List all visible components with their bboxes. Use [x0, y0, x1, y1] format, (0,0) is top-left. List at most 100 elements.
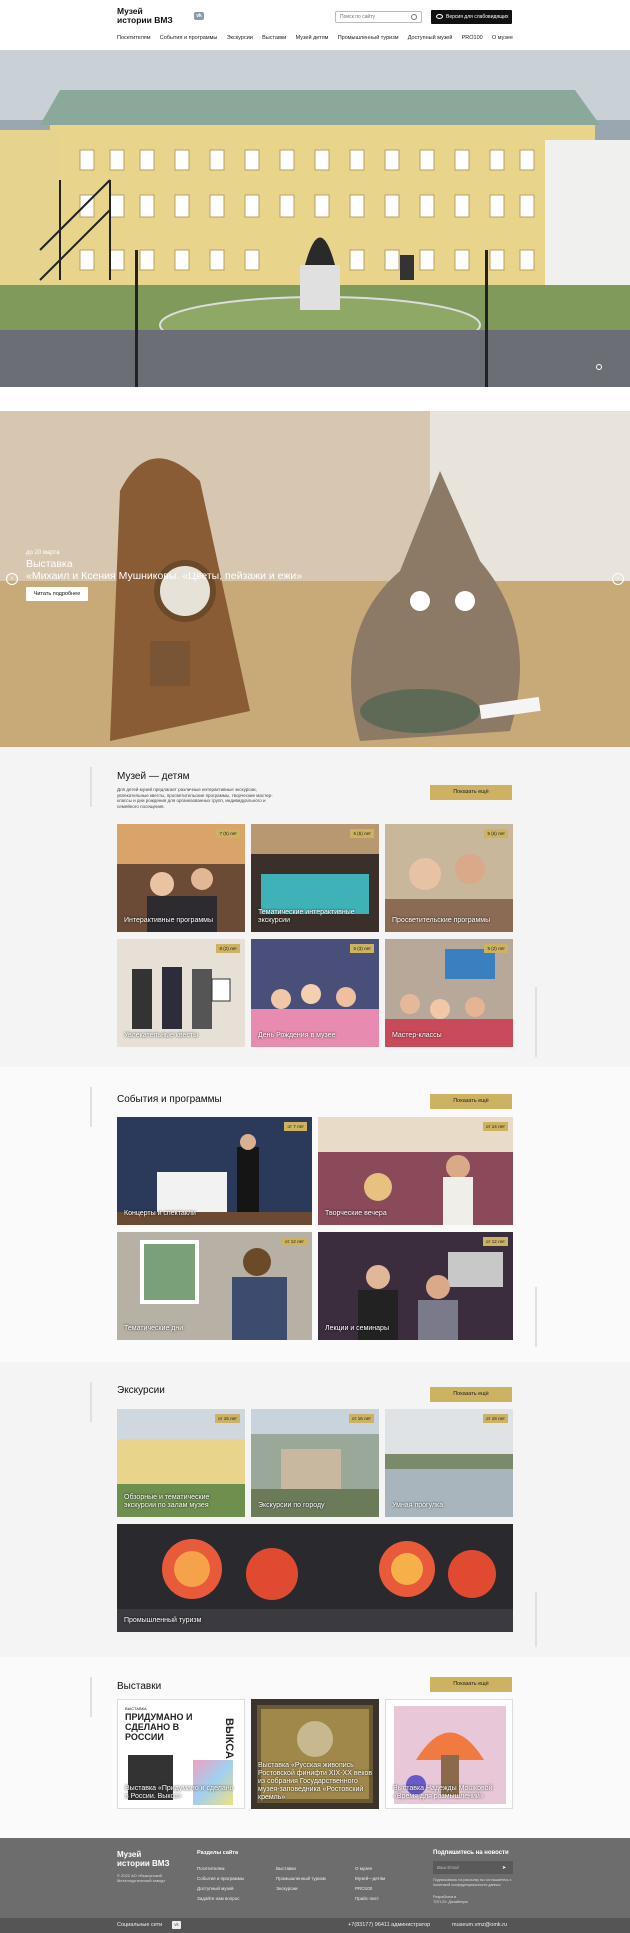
footer-link[interactable]: События и программы — [197, 1876, 244, 1881]
accessible-version-label: Версия для слабовидящих — [446, 14, 509, 20]
subscribe-title: Подпишитесь на новости — [433, 1850, 509, 1856]
show-more-button[interactable]: Показать ещё — [430, 1677, 512, 1692]
event-card[interactable]: от 7 лет Концерты и спектакли — [117, 1117, 312, 1225]
bottom-bar: Социальные сети vk +7(83177) 96411 админ… — [0, 1918, 630, 1933]
card-label: Тематические дни — [124, 1325, 184, 1332]
nav-item-children[interactable]: Музей детям — [296, 35, 329, 45]
nav-item-accessible[interactable]: Доступный музей — [408, 35, 453, 45]
decor-line — [535, 987, 537, 1057]
card-label: Концерты и спектакли — [124, 1210, 196, 1217]
age-badge: от 16 лет — [348, 1414, 374, 1423]
card-label: Выставка «Придумано и сделано в России. … — [125, 1785, 234, 1800]
program-card[interactable]: 5 (5) лет Тематические интерактивные экс… — [251, 824, 379, 932]
nav-item-pro100[interactable]: PRO100 — [462, 35, 483, 45]
section-description: Для детей музей предлагает различные инт… — [117, 787, 273, 809]
exhibition-card[interactable]: Выставка «Русская живопись Ростовской фи… — [251, 1699, 379, 1809]
program-card[interactable]: 5 (3) лет День Рождения в музее — [251, 939, 379, 1047]
contact-email[interactable]: museum.vmz@omk.ru — [452, 1922, 507, 1928]
decor-line — [90, 1087, 92, 1127]
excursion-card[interactable]: от 18 лет Умная прогулка — [385, 1409, 513, 1517]
card-label: Выставка «Русская живопись Ростовской фи… — [258, 1762, 373, 1801]
event-card[interactable]: от 14 лет Творческие вечера — [318, 1117, 513, 1225]
excursion-card-wide[interactable]: Промышленный туризм — [117, 1524, 513, 1632]
eye-icon — [436, 14, 443, 19]
footer-link[interactable]: Выставки — [276, 1866, 296, 1871]
send-icon[interactable]: ➤ — [502, 1865, 506, 1871]
section-title: Экскурсии — [117, 1385, 165, 1396]
footer-link[interactable]: Доступный музей — [197, 1886, 234, 1891]
slide-date: до 20 марта — [26, 550, 60, 556]
footer-link[interactable]: Прайс-лист — [355, 1896, 379, 1901]
header: Музей истории ВМЗ vk Версия для слабовид… — [0, 0, 630, 50]
program-card[interactable]: 8 (2) лет Увлекательные квесты — [117, 939, 245, 1047]
poster-small-text: ВЫСТАВКА — [125, 1706, 147, 1711]
slide-title-line-1: Выставка — [26, 558, 73, 570]
accessible-version-button[interactable]: Версия для слабовидящих — [431, 10, 512, 24]
nav-item-visitors[interactable]: Посетителям — [117, 35, 151, 45]
read-more-button[interactable]: Читать подробнее — [26, 587, 88, 601]
scroll-down-icon[interactable] — [596, 364, 602, 370]
section-title: Выставки — [117, 1681, 162, 1692]
card-label: Лекции и семинары — [325, 1325, 389, 1332]
footer-link[interactable]: Музей—детям — [355, 1876, 385, 1881]
site-logo[interactable]: Музей истории ВМЗ — [117, 7, 173, 25]
age-badge: 5 (6) лет — [484, 829, 508, 838]
vk-icon[interactable]: vk — [194, 12, 204, 20]
age-badge: от 7 лет — [284, 1122, 307, 1131]
slide-title: Выставка «Михаил и Ксения Мушниковы. «Цв… — [26, 558, 316, 582]
footer-link[interactable]: Промышленный туризм — [276, 1876, 326, 1881]
age-badge: 5 (5) лет — [350, 829, 374, 838]
program-card[interactable]: 5 (6) лет Просветительские программы — [385, 824, 513, 932]
footer-sections-title: Разделы сайта — [197, 1850, 239, 1856]
search-icon[interactable] — [411, 14, 417, 20]
main-nav: Посетителям События и программы Экскурси… — [117, 35, 513, 45]
card-label: Выставка Надежды Мошковой «Время для раз… — [393, 1785, 493, 1800]
decor-line — [535, 1592, 537, 1647]
developer-value[interactable]: ТОП-20: Дизайнеры — [433, 1900, 468, 1905]
show-more-button[interactable]: Показать ещё — [430, 785, 512, 800]
show-more-button[interactable]: Показать ещё — [430, 1094, 512, 1109]
exhibition-card[interactable]: ВЫСТАВКА ПРИДУМАНО И СДЕЛАНО В РОССИИ ВЫ… — [117, 1699, 245, 1809]
exhibitions-section: Выставки Показать ещё ВЫСТАВКА ПРИДУМАНО… — [0, 1657, 630, 1838]
nav-item-about[interactable]: О музее — [492, 35, 513, 45]
footer-link[interactable]: PRO100 — [355, 1886, 372, 1891]
subscribe-email-input[interactable]: Ваш Email — [433, 1861, 513, 1874]
event-card[interactable]: от 12 лет Тематические дни — [117, 1232, 312, 1340]
nav-item-industrial[interactable]: Промышленный туризм — [338, 35, 399, 45]
age-badge: от 14 лет — [482, 1122, 508, 1131]
footer-logo[interactable]: Музей истории ВМЗ — [117, 1850, 169, 1868]
slider-prev-arrow-icon[interactable]: ‹ — [6, 573, 18, 585]
footer-link[interactable]: Экскурсии — [276, 1886, 298, 1891]
excursion-card[interactable]: от 16 лет Экскурсии по городу — [251, 1409, 379, 1517]
nav-item-events[interactable]: События и программы — [160, 35, 218, 45]
nav-item-exhibitions[interactable]: Выставки — [262, 35, 286, 45]
subscribe-note: Подписываясь на рассылку вы соглашаетесь… — [433, 1878, 512, 1887]
events-section: События и программы Показать ещё от 7 ле… — [0, 1067, 630, 1362]
exhibition-card[interactable]: Выставка Надежды Мошковой «Время для раз… — [385, 1699, 513, 1809]
footer-link[interactable]: Задайте нам вопрос — [197, 1896, 240, 1901]
card-label: Мастер-классы — [392, 1032, 442, 1039]
footer-link[interactable]: Посетителям — [197, 1866, 224, 1871]
age-badge: 7 (5) лет — [216, 829, 240, 838]
vk-icon[interactable]: vk — [172, 1921, 181, 1929]
phone[interactable]: +7(83177) 96411 администратор — [348, 1922, 430, 1928]
hero-museum-photo — [0, 50, 630, 387]
excursion-card[interactable]: от 16 лет Обзорные и тематические экскур… — [117, 1409, 245, 1517]
decor-line — [535, 1287, 537, 1347]
poster-title: ПРИДУМАНО И СДЕЛАНО В РОССИИ — [125, 1712, 193, 1742]
program-card[interactable]: 7 (5) лет Интерактивные программы — [117, 824, 245, 932]
age-badge: от 12 лет — [482, 1237, 508, 1246]
show-more-button[interactable]: Показать ещё — [430, 1387, 512, 1402]
age-badge: от 12 лет — [281, 1237, 307, 1246]
children-section: Музей — детям Для детей музей предлагает… — [0, 747, 630, 1067]
nav-item-excursions[interactable]: Экскурсии — [227, 35, 253, 45]
slider-next-arrow-icon[interactable]: › — [612, 573, 624, 585]
event-card[interactable]: от 12 лет Лекции и семинары — [318, 1232, 513, 1340]
footer: Музей истории ВМЗ © 2022 АО «Выксунский … — [0, 1838, 630, 1918]
search-input[interactable] — [335, 11, 422, 23]
footer-link[interactable]: О музее — [355, 1866, 372, 1871]
card-label: День Рождения в музее — [258, 1032, 336, 1039]
program-card[interactable]: 5 (2) лет Мастер-классы — [385, 939, 513, 1047]
social-label: Социальные сети — [117, 1922, 163, 1928]
decor-line — [90, 1382, 92, 1422]
